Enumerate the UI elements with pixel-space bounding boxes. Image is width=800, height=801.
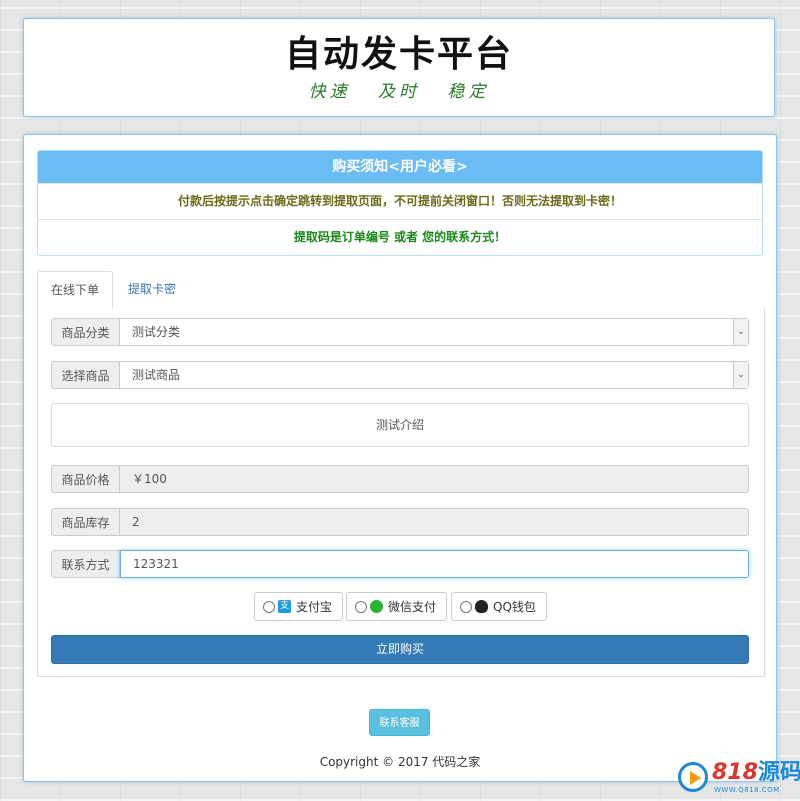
product-value: 测试商品 bbox=[132, 368, 181, 382]
price-group: 商品价格 ￥100 bbox=[51, 465, 749, 493]
product-select[interactable]: 测试商品 ⌄ bbox=[120, 361, 749, 389]
tab-online-order[interactable]: 在线下单 bbox=[37, 271, 114, 309]
notice-line-payment: 付款后按提示点击确定跳转到提取页面，不可提前关闭窗口！否则无法提取到卡密！ bbox=[38, 183, 762, 219]
radio-icon[interactable] bbox=[355, 600, 367, 613]
chevron-down-icon: ⌄ bbox=[733, 362, 748, 388]
category-label: 商品分类 bbox=[51, 318, 120, 346]
wechat-icon bbox=[370, 600, 383, 613]
notice-line-extract-code: 提取码是订单编号 或者 您的联系方式！ bbox=[38, 219, 762, 255]
pay-option-alipay[interactable]: 支支付宝 bbox=[254, 592, 344, 621]
qq-wallet-icon bbox=[475, 600, 488, 613]
copyright: Copyright © 2017 代码之家 bbox=[319, 755, 481, 769]
contact-label: 联系方式 bbox=[51, 550, 120, 578]
product-label: 选择商品 bbox=[51, 361, 120, 389]
order-tabs: 在线下单 提取卡密 bbox=[37, 271, 763, 309]
order-form: 商品分类 测试分类 ⌄ 选择商品 测试商品 ⌄ 测试介绍 商品价格 ￥100 商… bbox=[37, 308, 765, 677]
buy-now-button[interactable]: 立即购买 bbox=[51, 635, 749, 664]
play-icon bbox=[678, 762, 708, 792]
watermark-logo: 818源码 WWW.Q818.COM bbox=[678, 760, 800, 798]
header-panel: 自动发卡平台 快速 及时 稳定 bbox=[23, 18, 775, 117]
product-group: 选择商品 测试商品 ⌄ bbox=[51, 361, 749, 389]
stock-field: 2 bbox=[120, 508, 749, 536]
main-panel: 购买须知<用户必看> 付款后按提示点击确定跳转到提取页面，不可提前关闭窗口！否则… bbox=[23, 134, 777, 782]
contact-group: 联系方式 bbox=[51, 550, 749, 578]
pay-label-alipay: 支付宝 bbox=[296, 600, 333, 614]
notice-panel: 购买须知<用户必看> 付款后按提示点击确定跳转到提取页面，不可提前关闭窗口！否则… bbox=[37, 150, 763, 256]
category-select[interactable]: 测试分类 ⌄ bbox=[120, 318, 749, 346]
contact-support-button[interactable]: 联系客服 bbox=[369, 709, 430, 736]
radio-icon[interactable] bbox=[263, 600, 275, 613]
pay-label-wechat: 微信支付 bbox=[388, 600, 437, 614]
payment-options: 支支付宝 微信支付 QQ钱包 bbox=[38, 592, 764, 623]
site-slogan: 快速 及时 稳定 bbox=[308, 82, 490, 102]
contact-input[interactable] bbox=[120, 550, 749, 578]
site-title: 自动发卡平台 bbox=[284, 34, 513, 75]
category-value: 测试分类 bbox=[132, 325, 181, 339]
tab-extract-card[interactable]: 提取卡密 bbox=[115, 271, 189, 307]
price-label: 商品价格 bbox=[51, 465, 120, 493]
category-group: 商品分类 测试分类 ⌄ bbox=[51, 318, 749, 346]
watermark-word: 源码 bbox=[757, 760, 800, 785]
chevron-down-icon: ⌄ bbox=[733, 319, 748, 345]
radio-icon[interactable] bbox=[460, 600, 472, 613]
price-field: ￥100 bbox=[120, 465, 749, 493]
watermark-num: 818 bbox=[712, 760, 758, 785]
notice-heading: 购买须知<用户必看> bbox=[38, 151, 762, 183]
stock-group: 商品库存 2 bbox=[51, 508, 749, 536]
watermark-text: 818源码 bbox=[712, 760, 800, 786]
watermark-url: WWW.Q818.COM bbox=[714, 786, 780, 794]
pay-label-qq: QQ钱包 bbox=[493, 600, 536, 614]
product-intro: 测试介绍 bbox=[51, 403, 749, 447]
alipay-icon: 支 bbox=[278, 600, 291, 613]
stock-label: 商品库存 bbox=[51, 508, 120, 536]
pay-option-wechat[interactable]: 微信支付 bbox=[346, 592, 448, 621]
pay-option-qq[interactable]: QQ钱包 bbox=[451, 592, 547, 621]
